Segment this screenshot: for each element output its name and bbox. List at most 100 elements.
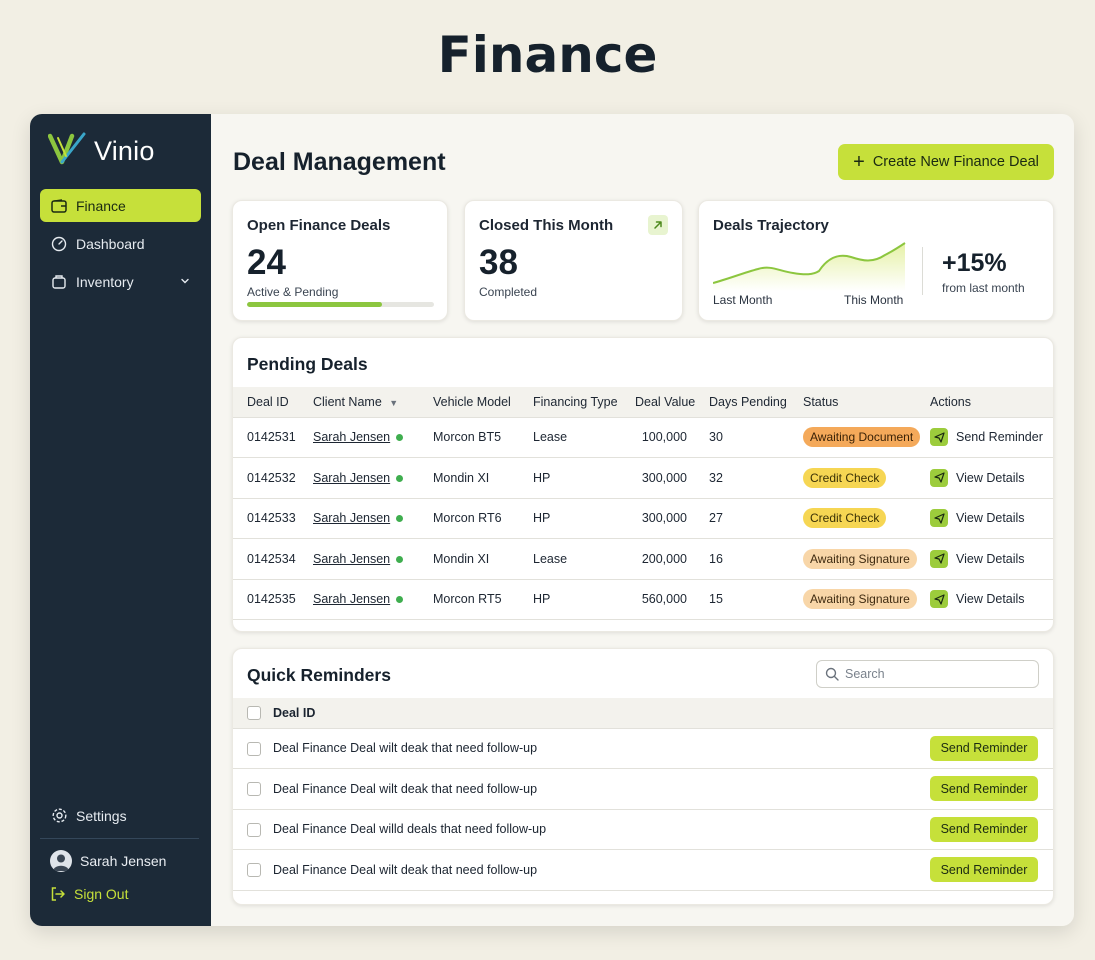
client-link[interactable]: Sarah Jensen xyxy=(313,511,390,525)
sidebar-divider xyxy=(40,838,199,839)
table-header-row: Deal ID xyxy=(233,698,1053,728)
create-finance-deal-button[interactable]: + Create New Finance Deal xyxy=(838,144,1054,180)
box-icon xyxy=(50,273,68,291)
row-action-label: Send Reminder xyxy=(956,430,1043,445)
wallet-icon xyxy=(50,197,68,215)
table-header-row: Deal ID Client Name ▼ Vehicle Model Fina… xyxy=(233,387,1053,417)
sidebar: Vinio Finance Dashboard Inventory Settin… xyxy=(30,114,211,926)
row-action-label: View Details xyxy=(956,470,1025,485)
client-link[interactable]: Sarah Jensen xyxy=(313,471,390,485)
status-badge: Credit Check xyxy=(803,467,887,488)
deal-id-cell: 0142534 xyxy=(233,538,313,579)
row-action-button[interactable]: View Details xyxy=(930,549,1025,568)
search-input[interactable] xyxy=(845,667,1025,681)
column-header[interactable]: Financing Type xyxy=(533,387,635,417)
reminder-checkbox[interactable] xyxy=(247,863,261,878)
plus-icon: + xyxy=(853,151,865,173)
deals-trajectory-card: Deals Trajectory Last Month This Month +… xyxy=(698,200,1054,321)
column-header-empty xyxy=(810,698,1053,728)
button-cell: Send Reminder xyxy=(810,808,1053,850)
search-box[interactable] xyxy=(816,660,1039,688)
table-row[interactable]: 0142534 Sarah Jensen Mondin XI Lease 200,000… xyxy=(233,538,1053,579)
row-action-button[interactable]: View Details xyxy=(930,509,1025,528)
row-action-label: View Details xyxy=(956,592,1025,607)
column-header[interactable]: Deal ID xyxy=(233,387,313,417)
column-header[interactable]: Status xyxy=(803,387,930,417)
client-cell: Sarah Jensen xyxy=(313,497,433,539)
client-link[interactable]: Sarah Jensen xyxy=(313,592,390,606)
sign-out-link[interactable]: Sign Out xyxy=(50,886,128,902)
checkbox-cell[interactable] xyxy=(233,727,273,769)
reminder-checkbox[interactable] xyxy=(247,822,261,837)
column-header-label: Client Name xyxy=(313,394,382,409)
trend-up-icon[interactable] xyxy=(648,215,668,235)
chevron-down-icon[interactable] xyxy=(179,274,191,290)
settings-label: Settings xyxy=(76,807,127,824)
deal-value-cell: 300,000 xyxy=(635,497,709,539)
column-header-sortable[interactable]: Client Name ▼ xyxy=(313,387,433,417)
sidebar-item-label: Finance xyxy=(76,197,126,214)
user-profile[interactable]: Sarah Jensen xyxy=(50,850,166,872)
list-item[interactable]: Deal Finance Deal wilt deak that need fo… xyxy=(233,727,1053,769)
sidebar-item-finance[interactable]: Finance xyxy=(40,189,201,222)
send-reminder-button[interactable]: Send Reminder xyxy=(930,816,1038,842)
table-row[interactable]: 0142531 Sarah Jensen Morcon BT5 Lease 100,00… xyxy=(233,416,1053,458)
checkbox-cell[interactable] xyxy=(233,849,273,891)
pending-deals-table: Deal ID Client Name ▼ Vehicle Model Fina… xyxy=(233,387,1053,620)
column-header[interactable]: Vehicle Model xyxy=(433,387,533,417)
select-all-checkbox[interactable] xyxy=(247,706,261,721)
sidebar-item-inventory[interactable]: Inventory xyxy=(40,265,201,298)
send-reminder-button[interactable]: Send Reminder xyxy=(930,735,1038,761)
row-action-button[interactable]: View Details xyxy=(930,468,1025,487)
section-title: Quick Reminders xyxy=(247,665,391,685)
status-cell: Awaiting Document xyxy=(803,416,930,458)
status-cell: Awaiting Signature xyxy=(803,578,930,620)
table-row[interactable]: 0142532 Sarah Jensen Mondin XI HP 300,000 32 C… xyxy=(233,457,1053,498)
pending-deals-card: Pending Deals Deal ID Client Name ▼ Vehi… xyxy=(232,337,1054,632)
deal-id-cell: 0142531 xyxy=(233,416,313,458)
app-window: Vinio Finance Dashboard Inventory Settin… xyxy=(30,114,1074,926)
row-action-button[interactable]: View Details xyxy=(930,590,1025,609)
days-pending-cell: 30 xyxy=(709,416,803,458)
reminder-text: Deal Finance Deal wilt deak that need fo… xyxy=(273,849,811,891)
button-cell: Send Reminder xyxy=(810,768,1053,809)
action-cell: View Details xyxy=(930,497,1053,539)
send-reminder-button[interactable]: Send Reminder xyxy=(930,776,1038,802)
row-action-label: View Details xyxy=(956,551,1025,566)
checkbox-cell[interactable] xyxy=(233,808,273,850)
client-link[interactable]: Sarah Jensen xyxy=(313,430,390,444)
select-all-cell[interactable] xyxy=(233,698,273,728)
column-header[interactable]: Days Pending xyxy=(709,387,803,417)
sort-caret-icon[interactable]: ▼ xyxy=(389,398,398,408)
vehicle-cell: Mondin XI xyxy=(433,538,533,579)
financing-type-cell: HP xyxy=(533,457,635,498)
row-action-label: View Details xyxy=(956,511,1025,526)
list-item[interactable]: Deal Finance Deal wilt deak that need fo… xyxy=(233,849,1053,891)
table-row[interactable]: 0142535 Sarah Jensen Morcon RT5 HP 560,000 15… xyxy=(233,578,1053,620)
brand-logo[interactable]: Vinio xyxy=(47,132,155,171)
list-item[interactable]: Deal Finance Deal willd deals that need … xyxy=(233,808,1053,850)
column-header[interactable]: Deal Value xyxy=(635,387,709,417)
checkbox-cell[interactable] xyxy=(233,768,273,809)
status-cell: Credit Check xyxy=(803,457,930,498)
send-reminder-button[interactable]: Send Reminder xyxy=(930,857,1038,883)
status-badge: Credit Check xyxy=(803,508,887,529)
reminder-checkbox[interactable] xyxy=(247,782,261,797)
trajectory-sparkline xyxy=(713,242,906,291)
action-cell: View Details xyxy=(930,457,1053,498)
days-pending-cell: 16 xyxy=(709,538,803,579)
deal-id-cell: 0142533 xyxy=(233,497,313,539)
sidebar-item-dashboard[interactable]: Dashboard xyxy=(40,227,201,260)
row-action-button[interactable]: Send Reminder xyxy=(930,428,1043,447)
reminder-checkbox[interactable] xyxy=(247,741,261,756)
days-pending-cell: 27 xyxy=(709,497,803,539)
stat-subtitle: Active & Pending xyxy=(247,285,339,299)
closed-deals-card: Closed This Month 38 Completed xyxy=(464,200,683,321)
deal-value-cell: 200,000 xyxy=(635,538,709,579)
sidebar-item-settings[interactable]: Settings xyxy=(40,799,201,832)
search-icon xyxy=(825,667,839,681)
table-row[interactable]: 0142533 Sarah Jensen Morcon RT6 HP 300,000 27… xyxy=(233,497,1053,539)
list-item[interactable]: Deal Finance Deal wilt deak that need fo… xyxy=(233,768,1053,809)
open-deals-card: Open Finance Deals 24 Active & Pending xyxy=(232,200,448,321)
client-link[interactable]: Sarah Jensen xyxy=(313,552,390,566)
